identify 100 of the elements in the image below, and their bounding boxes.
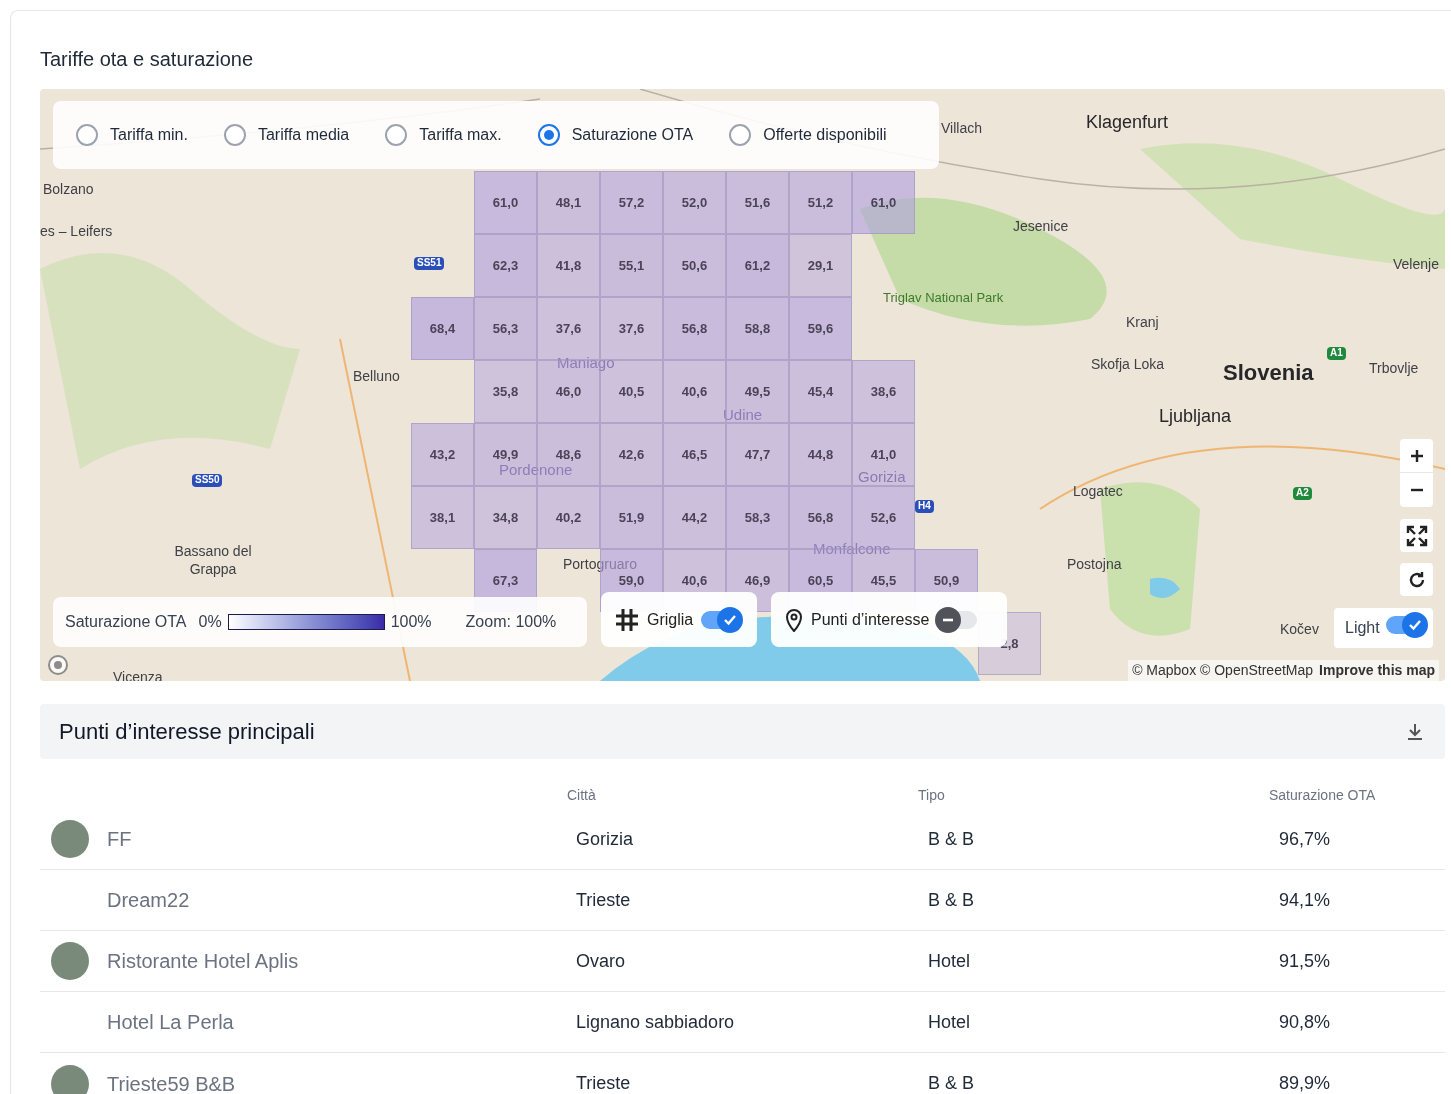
place-label: Udine <box>723 406 763 425</box>
city-cell: Ovaro <box>576 950 626 971</box>
download-icon[interactable] <box>1407 722 1423 741</box>
grid-cell: 35,8 <box>474 360 537 423</box>
road-shield: SS50 <box>192 474 223 487</box>
city-cell: Gorizia <box>576 828 633 849</box>
place-label: Belluno <box>353 368 400 386</box>
zoom-out-button[interactable] <box>1400 473 1433 507</box>
grid-cell: 34,8 <box>474 486 537 549</box>
radio-option[interactable]: Tariffa min. <box>76 123 188 147</box>
legend-label: Saturazione OTA <box>65 612 187 632</box>
grid-cell: 45,4 <box>789 360 852 423</box>
grid-cell: 56,3 <box>474 297 537 360</box>
legend-min: 0% <box>198 612 222 632</box>
place-label: Postojna <box>1067 556 1122 574</box>
type-cell: B & B <box>928 828 975 849</box>
place-label: Skofja Loka <box>1091 356 1165 374</box>
place-label: Villach <box>941 120 982 138</box>
grid-cell: 44,8 <box>789 423 852 486</box>
grid-cell: 48,1 <box>537 171 600 234</box>
place-label: Kranj <box>1126 314 1159 332</box>
place-label: Trbovlje <box>1369 360 1419 378</box>
grid-cell: 29,1 <box>789 234 852 297</box>
grid-cell: 40,2 <box>537 486 600 549</box>
grid-cell: 52,0 <box>663 171 726 234</box>
place-label: Gorizia <box>858 468 906 487</box>
toggle-label: Griglia <box>647 609 694 630</box>
saturation-cell: 96,7% <box>1279 828 1331 849</box>
grid-cell: 40,6 <box>663 360 726 423</box>
grid-cell: 38,1 <box>411 486 474 549</box>
place-label: Bassano del Grappa <box>173 543 253 578</box>
saturation-cell: 89,9% <box>1279 1073 1331 1093</box>
grid-cell: 41,8 <box>537 234 600 297</box>
type-cell: B & B <box>928 1073 975 1093</box>
grid-cell: 51,2 <box>789 171 852 234</box>
grid-cell: 51,9 <box>600 486 663 549</box>
grid-cell: 57,2 <box>600 171 663 234</box>
city-cell: Trieste <box>576 889 631 910</box>
road-shield: H4 <box>915 500 934 513</box>
place-label: es – Leifers <box>40 223 113 241</box>
radio-option[interactable]: Tariffa max. <box>385 123 502 147</box>
grid-cell: 51,6 <box>726 171 789 234</box>
place-name: Hotel La Perla <box>107 1010 234 1035</box>
city-cell: Trieste <box>576 1073 631 1093</box>
column-header: Tipo <box>918 787 945 803</box>
map-style-label: Light <box>1345 618 1380 638</box>
road-shield: A2 <box>1293 487 1312 500</box>
grid-cell: 68,4 <box>411 297 474 360</box>
legend-max: 100% <box>390 612 432 632</box>
place-label: Logatec <box>1073 483 1123 501</box>
saturation-cell: 94,1% <box>1279 889 1331 910</box>
fullscreen-button[interactable] <box>1400 519 1433 552</box>
lake <box>1150 577 1180 598</box>
place-label: Velenje <box>1393 256 1439 274</box>
grid-cell: 50,6 <box>663 234 726 297</box>
road-shield: SS51 <box>414 257 445 270</box>
grid-cell: 56,8 <box>663 297 726 360</box>
place-name: Trieste59 B&B <box>107 1071 236 1094</box>
place-label: Ljubljana <box>1159 405 1232 428</box>
column-header: Saturazione OTA <box>1269 787 1376 803</box>
grid-cell: 58,8 <box>726 297 789 360</box>
city-cell: Lignano sabbiadoro <box>576 1011 735 1032</box>
radio-option[interactable]: Tariffa media <box>223 123 350 147</box>
refresh-button[interactable] <box>1400 563 1433 596</box>
place-label: Bolzano <box>43 181 94 199</box>
grid-cell: 59,6 <box>789 297 852 360</box>
plus-icon <box>1409 448 1424 463</box>
location-pin-icon <box>785 607 803 632</box>
place-label: Klagenfurt <box>1086 111 1169 134</box>
grid-cell: 62,3 <box>474 234 537 297</box>
saturation-cell: 91,5% <box>1279 950 1331 971</box>
grid-cell: 58,3 <box>726 486 789 549</box>
expand-icon <box>1405 524 1428 547</box>
radio-option[interactable]: Offerte disponibili <box>729 123 887 147</box>
type-cell: Hotel <box>928 950 971 971</box>
saturation-cell: 90,8% <box>1279 1011 1331 1032</box>
radio-option[interactable]: Saturazione OTA <box>537 123 694 147</box>
section-title: Punti d’interesse principali <box>59 718 315 746</box>
zoom-in-button[interactable] <box>1400 439 1433 473</box>
grid-cell: 44,2 <box>663 486 726 549</box>
place-label: Triglav National Park <box>883 290 1004 307</box>
place-label: Jesenice <box>1013 218 1069 236</box>
improve-map-link[interactable]: Improve this map <box>1319 660 1435 681</box>
type-cell: Hotel <box>928 1011 971 1032</box>
grid-cell: 47,7 <box>726 423 789 486</box>
grid-cell: 61,0 <box>474 171 537 234</box>
zoom-level: Zoom: 100% <box>465 612 557 632</box>
place-label: Kočev <box>1280 621 1319 639</box>
map-attribution: © Mapbox © OpenStreetMap <box>1132 661 1314 680</box>
logo <box>48 655 68 675</box>
place-label: Slovenia <box>1223 359 1314 387</box>
grid-cell: 61,0 <box>852 171 915 234</box>
place-name: Dream22 <box>107 888 190 913</box>
grid-icon <box>615 607 639 632</box>
grid-cell: 61,2 <box>726 234 789 297</box>
grid-cell: 46,5 <box>663 423 726 486</box>
place-name: FF <box>107 827 132 852</box>
column-header: Città <box>567 787 596 803</box>
road-shield: A1 <box>1327 347 1346 360</box>
grid-cell: 55,1 <box>600 234 663 297</box>
